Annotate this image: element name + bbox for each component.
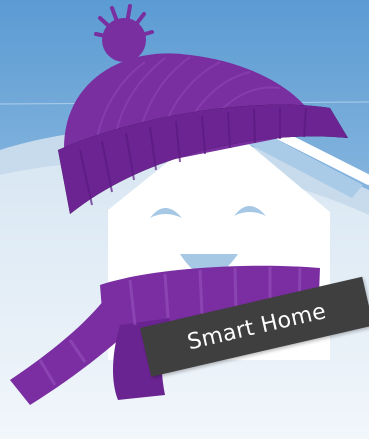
- smart-home-illustration: Smart Home: [0, 0, 369, 439]
- winter-house-mascot-illustration: [0, 0, 369, 439]
